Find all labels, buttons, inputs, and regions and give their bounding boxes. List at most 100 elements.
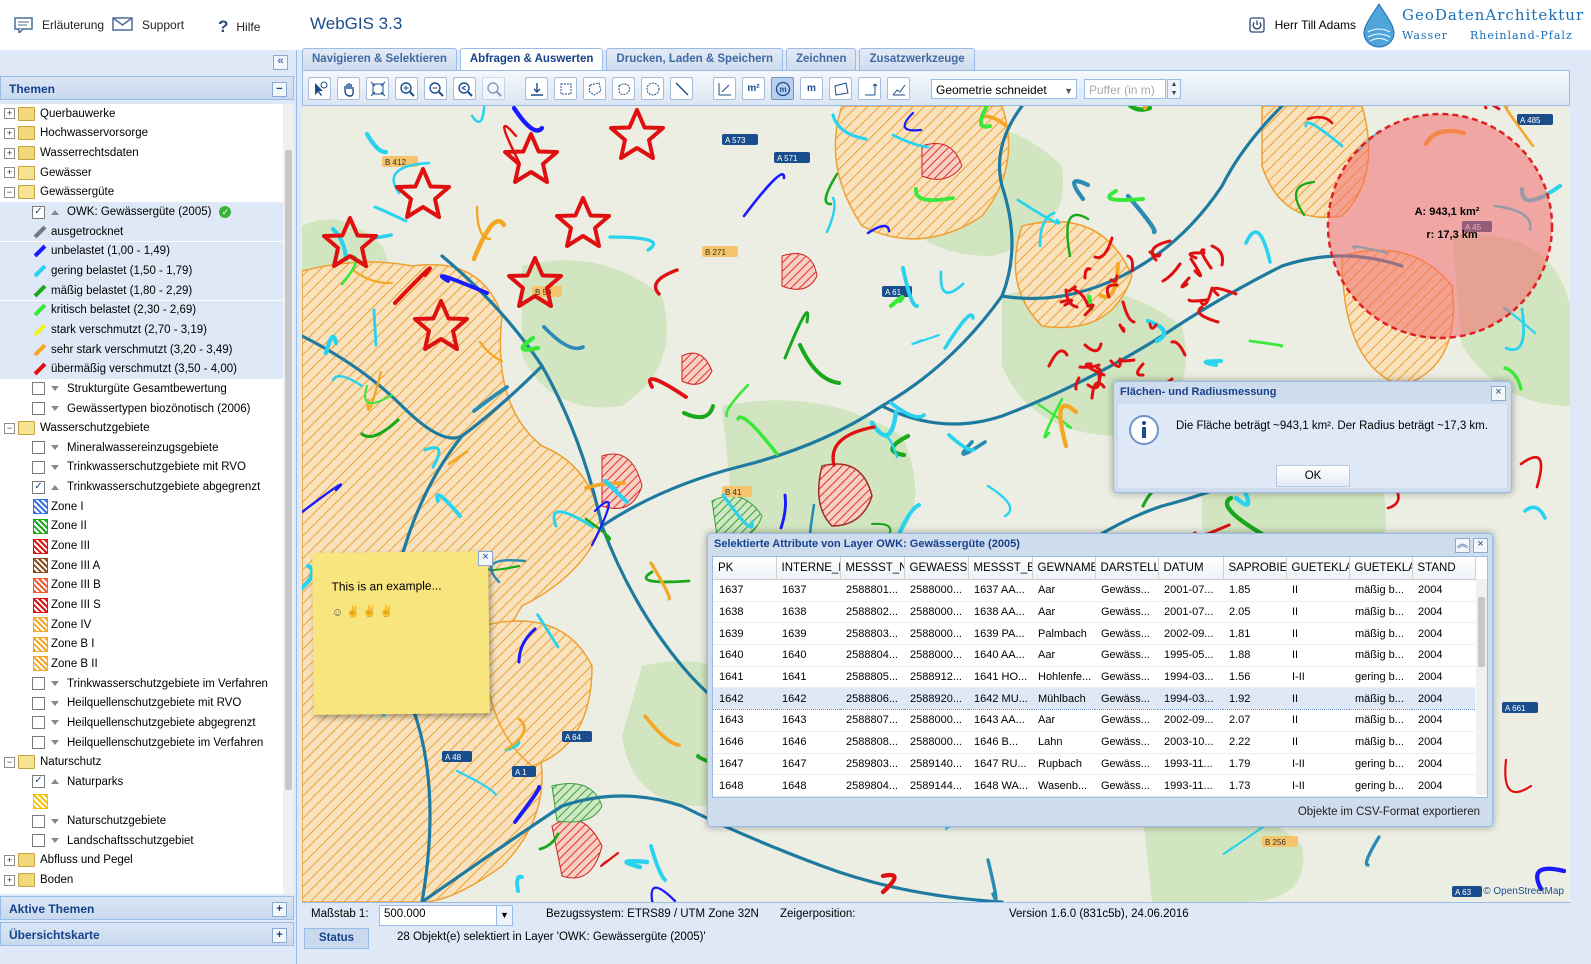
expand-icon[interactable]: + [4, 108, 15, 120]
select-freehand-button[interactable] [612, 77, 635, 100]
themen-collapse-button[interactable]: − [272, 82, 287, 97]
aktive-themen-header[interactable]: Aktive Themen + [0, 896, 294, 920]
expand-icon[interactable]: + [4, 147, 15, 159]
table-row[interactable]: 1639 1639 2588803... 2588000... 1639 PA... Pa… [713, 622, 1475, 646]
measure-radius-button[interactable]: m [771, 77, 794, 100]
tree-row[interactable]: + Gewässer [0, 163, 283, 183]
table-row[interactable]: 1648 1648 2589804... 2589144... 1648 WA... Wa… [713, 774, 1475, 797]
legend-collapsed-icon[interactable] [51, 818, 59, 824]
table-row[interactable]: 1642 1642 2588806... 2588920... 1642 MU... Mü… [713, 687, 1475, 711]
tree-row[interactable]: Naturschutzgebiete [0, 811, 283, 831]
info-arrow-tool-button[interactable] [308, 77, 331, 100]
select-circle-button[interactable] [641, 77, 664, 100]
expand-icon[interactable]: + [4, 874, 15, 886]
tree-row[interactable]: Trinkwasserschutzgebiete im Verfahren [0, 674, 283, 694]
collapse-left-panel-button[interactable]: « [273, 55, 288, 70]
layer-checkbox[interactable] [32, 716, 45, 730]
expand-icon[interactable]: + [4, 127, 15, 139]
legend-collapsed-icon[interactable] [51, 720, 59, 726]
map-attribution[interactable]: © OpenStreetMap [1483, 886, 1564, 897]
layer-checkbox[interactable] [32, 814, 45, 828]
uebersichtskarte-header[interactable]: Übersichtskarte + [0, 922, 294, 946]
hilfe-link[interactable]: ? Hilfe [218, 17, 260, 37]
tree-row[interactable]: − Naturschutz [0, 752, 283, 772]
zoom-next-button[interactable] [482, 77, 505, 100]
csv-export-button[interactable]: Objekte im CSV-Format exportieren [1298, 806, 1480, 818]
erlaeuterung-link[interactable]: Erläuterung [14, 17, 104, 33]
column-header[interactable]: GEWNAME [1032, 557, 1096, 580]
layer-checkbox[interactable] [32, 696, 45, 710]
sticky-note[interactable]: This is an example... ☺ ✌ ✌ ✌ [312, 551, 490, 715]
tree-row[interactable]: Gewässertypen biozönotisch (2006) [0, 399, 283, 419]
measure-area-button[interactable]: m² [742, 77, 765, 100]
tree-row[interactable]: ✓ OWK: Gewässergüte (2005) ✓ [0, 202, 283, 222]
legend-collapsed-icon[interactable] [51, 700, 59, 706]
layer-checkbox[interactable] [32, 677, 45, 691]
tree-row[interactable]: + Boden [0, 870, 283, 890]
tree-row[interactable]: ✓ Naturparks [0, 772, 283, 792]
tree-row[interactable]: Trinkwasserschutzgebiete mit RVO [0, 458, 283, 478]
zoom-out-button[interactable] [424, 77, 447, 100]
tree-row[interactable]: + Querbauwerke [0, 104, 283, 124]
tree-row[interactable]: Landschaftsschutzgebiet [0, 831, 283, 851]
tree-row[interactable]: − Gewässergüte [0, 183, 283, 203]
buffer-spinner[interactable]: ▲ ▼ [1167, 79, 1181, 99]
layer-checkbox[interactable] [32, 736, 45, 750]
legend-collapsed-icon[interactable] [51, 681, 59, 687]
buffer-input[interactable]: Puffer (in m) [1084, 79, 1166, 99]
legend-expanded-icon[interactable] [51, 779, 59, 785]
tab-2[interactable]: Drucken, Laden & Speichern [606, 48, 783, 70]
legend-collapsed-icon[interactable] [51, 406, 59, 412]
column-header[interactable]: PK [713, 557, 777, 580]
measure-distance-button[interactable]: m [800, 77, 823, 100]
column-header[interactable]: DATUM [1158, 557, 1224, 580]
tab-0[interactable]: Navigieren & Selektieren [302, 48, 457, 70]
collapse-icon[interactable]: − [4, 422, 15, 434]
table-row[interactable]: 1646 1646 2588808... 2588000... 1646 B... Lah… [713, 731, 1475, 754]
themen-panel-header[interactable]: Themen − [0, 76, 294, 100]
collapse-icon[interactable]: − [4, 756, 15, 768]
table-row[interactable]: 1638 1638 2588802... 2588000... 1638 AA... Aa… [713, 601, 1475, 624]
attribute-grid-close-button[interactable]: × [1473, 538, 1488, 553]
legend-collapsed-icon[interactable] [51, 838, 59, 844]
aktive-themen-expand-button[interactable]: + [272, 902, 287, 917]
legend-collapsed-icon[interactable] [51, 445, 59, 451]
select-rectangle-button[interactable] [554, 77, 577, 100]
column-header[interactable]: MESSST_B [968, 557, 1033, 580]
expand-icon[interactable]: + [4, 167, 15, 179]
layer-checkbox[interactable] [32, 441, 45, 455]
measurement-dialog-close-button[interactable]: × [1491, 386, 1506, 401]
table-row[interactable]: 1640 1640 2588804... 2588000... 1640 AA... Aa… [713, 644, 1475, 667]
status-button[interactable]: Status [304, 928, 369, 949]
select-polygon-button[interactable] [583, 77, 606, 100]
legend-collapsed-icon[interactable] [51, 740, 59, 746]
layer-checkbox[interactable]: ✓ [32, 205, 45, 219]
zoom-extent-button[interactable] [366, 77, 389, 100]
tree-row[interactable]: Heilquellenschutzgebiete mit RVO [0, 694, 283, 714]
table-row[interactable]: 1643 1643 2588807... 2588000... 1643 AA... Aa… [713, 709, 1475, 732]
attribute-grid-scroll-thumb[interactable] [1478, 597, 1485, 667]
scale-select[interactable]: 500.000 ▼ [379, 905, 513, 926]
column-header[interactable]: SAPROBIE [1223, 557, 1287, 580]
measurement-ok-button[interactable]: OK [1276, 465, 1350, 487]
tree-row[interactable]: Strukturgüte Gesamtbewertung [0, 379, 283, 399]
zoom-previous-button[interactable] [453, 77, 476, 100]
tree-row[interactable]: + Wasserrechtsdaten [0, 143, 283, 163]
attribute-grid-collapse-button[interactable]: ︽ [1455, 538, 1470, 553]
column-header[interactable]: STAND [1412, 557, 1476, 580]
select-line-button[interactable] [670, 77, 693, 100]
table-row[interactable]: 1647 1647 2589803... 2589140... 1647 RU... Ru… [713, 753, 1475, 776]
measure-coordinates-button[interactable] [713, 77, 736, 100]
tree-row[interactable]: + Hochwasservorsorge [0, 124, 283, 144]
tree-row[interactable]: Heilquellenschutzgebiete abgegrenzt [0, 713, 283, 733]
column-header[interactable]: GEWAESSE [904, 557, 969, 580]
tree-row[interactable]: ✓ Trinkwasserschutzgebiete abgegrenzt [0, 477, 283, 497]
column-header[interactable]: GUETEKLA [1286, 557, 1350, 580]
column-header[interactable]: INTERNE_N [776, 557, 841, 580]
expand-icon[interactable]: + [4, 854, 15, 866]
legend-expanded-icon[interactable] [51, 484, 59, 490]
layer-checkbox[interactable] [32, 382, 45, 396]
tree-row[interactable]: − Wasserschutzgebiete [0, 418, 283, 438]
support-link[interactable]: Support [112, 17, 184, 32]
sticky-note-close-button[interactable]: × [478, 551, 493, 566]
